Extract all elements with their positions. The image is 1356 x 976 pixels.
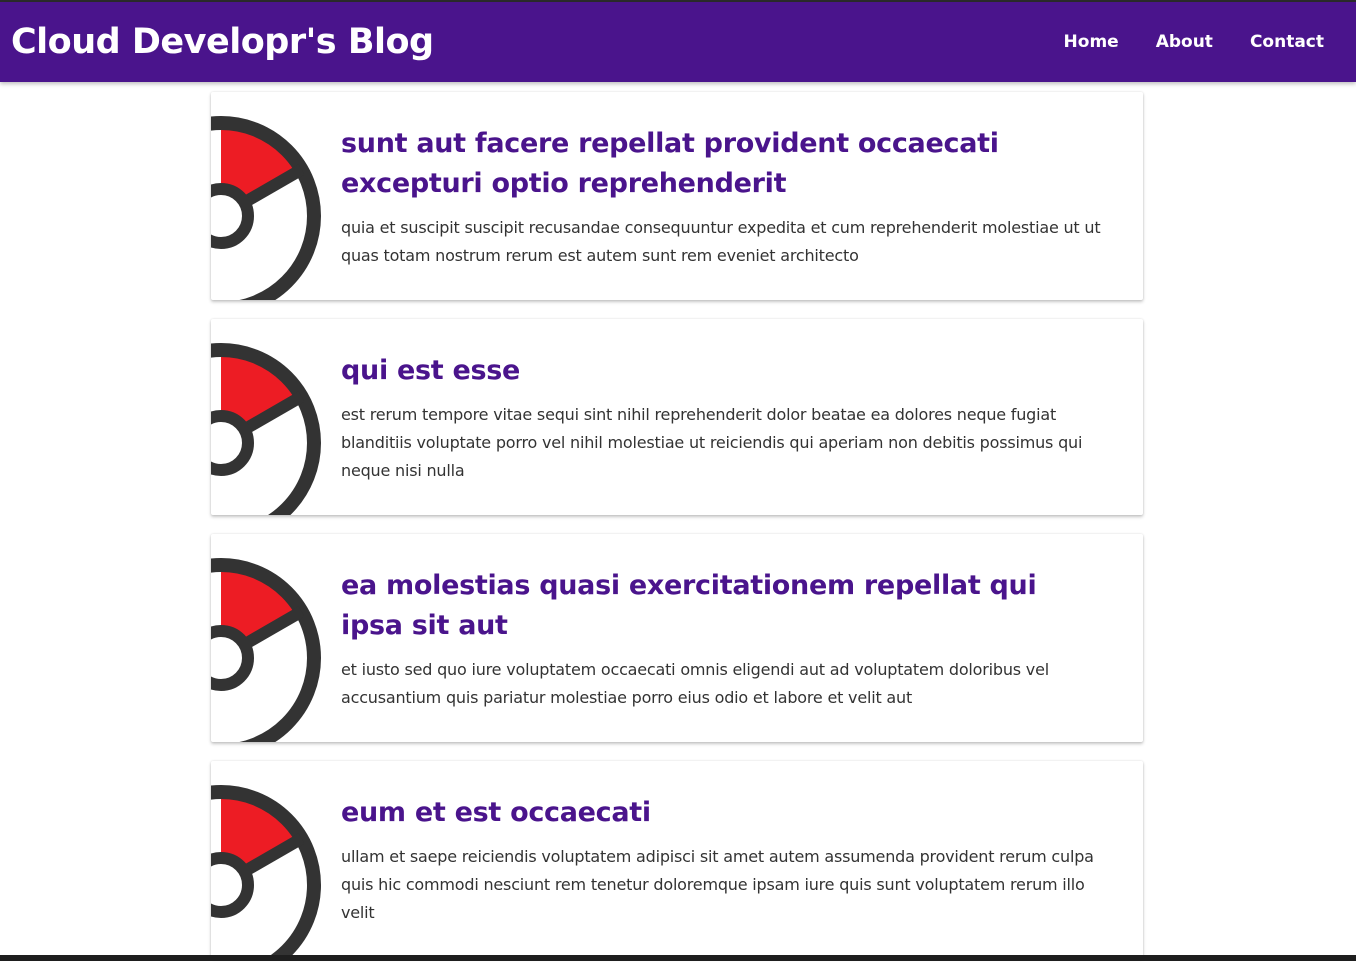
main-nav: Home About Contact [1027,30,1324,54]
post-title[interactable]: ea molestias quasi exercitationem repell… [341,566,1103,646]
top-navbar: Cloud Developr's Blog Home About Contact [0,2,1356,82]
nav-home-link[interactable]: Home [1064,30,1119,54]
post-excerpt: ullam et saepe reiciendis voluptatem adi… [341,847,1094,922]
nav-about-link[interactable]: About [1156,30,1213,54]
pokeball-icon [211,343,321,515]
pokeball-icon [211,116,321,300]
post-title[interactable]: sunt aut facere repellat provident occae… [341,124,1103,204]
post-excerpt: est rerum tempore vitae sequi sint nihil… [341,405,1083,480]
post-excerpt: quia et suscipit suscipit recusandae con… [341,218,1101,265]
post-title[interactable]: qui est esse [341,351,1103,391]
post-list: sunt aut facere repellat provident occae… [211,92,1143,976]
site-brand[interactable]: Cloud Developr's Blog [11,20,434,64]
post-card[interactable]: eum et est occaecati ullam et saepe reic… [211,761,1143,957]
nav-contact-link[interactable]: Contact [1250,30,1324,54]
window-bottom-bar [0,955,1356,961]
post-title[interactable]: eum et est occaecati [341,793,1103,833]
pokeball-icon [211,785,321,957]
post-card[interactable]: sunt aut facere repellat provident occae… [211,92,1143,300]
pokeball-icon [211,558,321,742]
post-card[interactable]: qui est esse est rerum tempore vitae seq… [211,319,1143,515]
post-card[interactable]: ea molestias quasi exercitationem repell… [211,534,1143,742]
post-excerpt: et iusto sed quo iure voluptatem occaeca… [341,660,1049,707]
